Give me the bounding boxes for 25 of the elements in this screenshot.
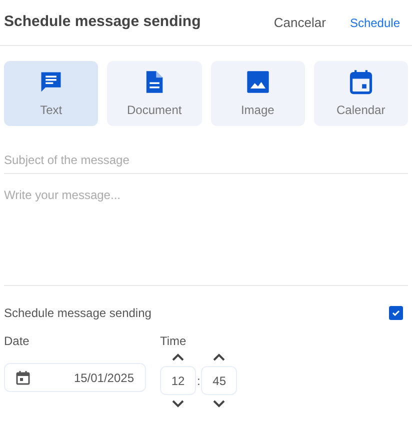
subject-field[interactable]: Subject of the message [4,146,408,174]
chevron-down-icon [213,400,226,408]
minutes-field[interactable]: 45 [201,366,238,395]
date-label: Date [4,333,30,348]
schedule-button[interactable]: Schedule [350,14,400,32]
chevron-down-icon [172,400,184,408]
image-icon [244,68,271,94]
date-field[interactable]: 15/01/2025 [4,363,146,392]
schedule-checkbox[interactable] [389,306,403,320]
type-tab[interactable]: Document [107,61,202,126]
type-tab[interactable]: Calendar [314,61,408,126]
schedule-label: Schedule message sending [4,305,152,322]
hours-field[interactable]: 12 [160,366,196,395]
chevron-up-icon [213,353,226,361]
message-field[interactable]: Write your message... [4,186,408,286]
calendar-icon [348,68,374,94]
type-tab[interactable]: Text [4,61,98,126]
cancel-button[interactable]: Cancelar [274,12,326,32]
dialog-title: Schedule message sending [4,12,201,32]
checkmark-icon [391,308,401,318]
chevron-up-icon [172,353,184,361]
calendar-icon [16,370,30,384]
time-separator: : [196,372,202,390]
time-label: Time [160,333,188,348]
type-tab[interactable]: Image [210,61,305,126]
